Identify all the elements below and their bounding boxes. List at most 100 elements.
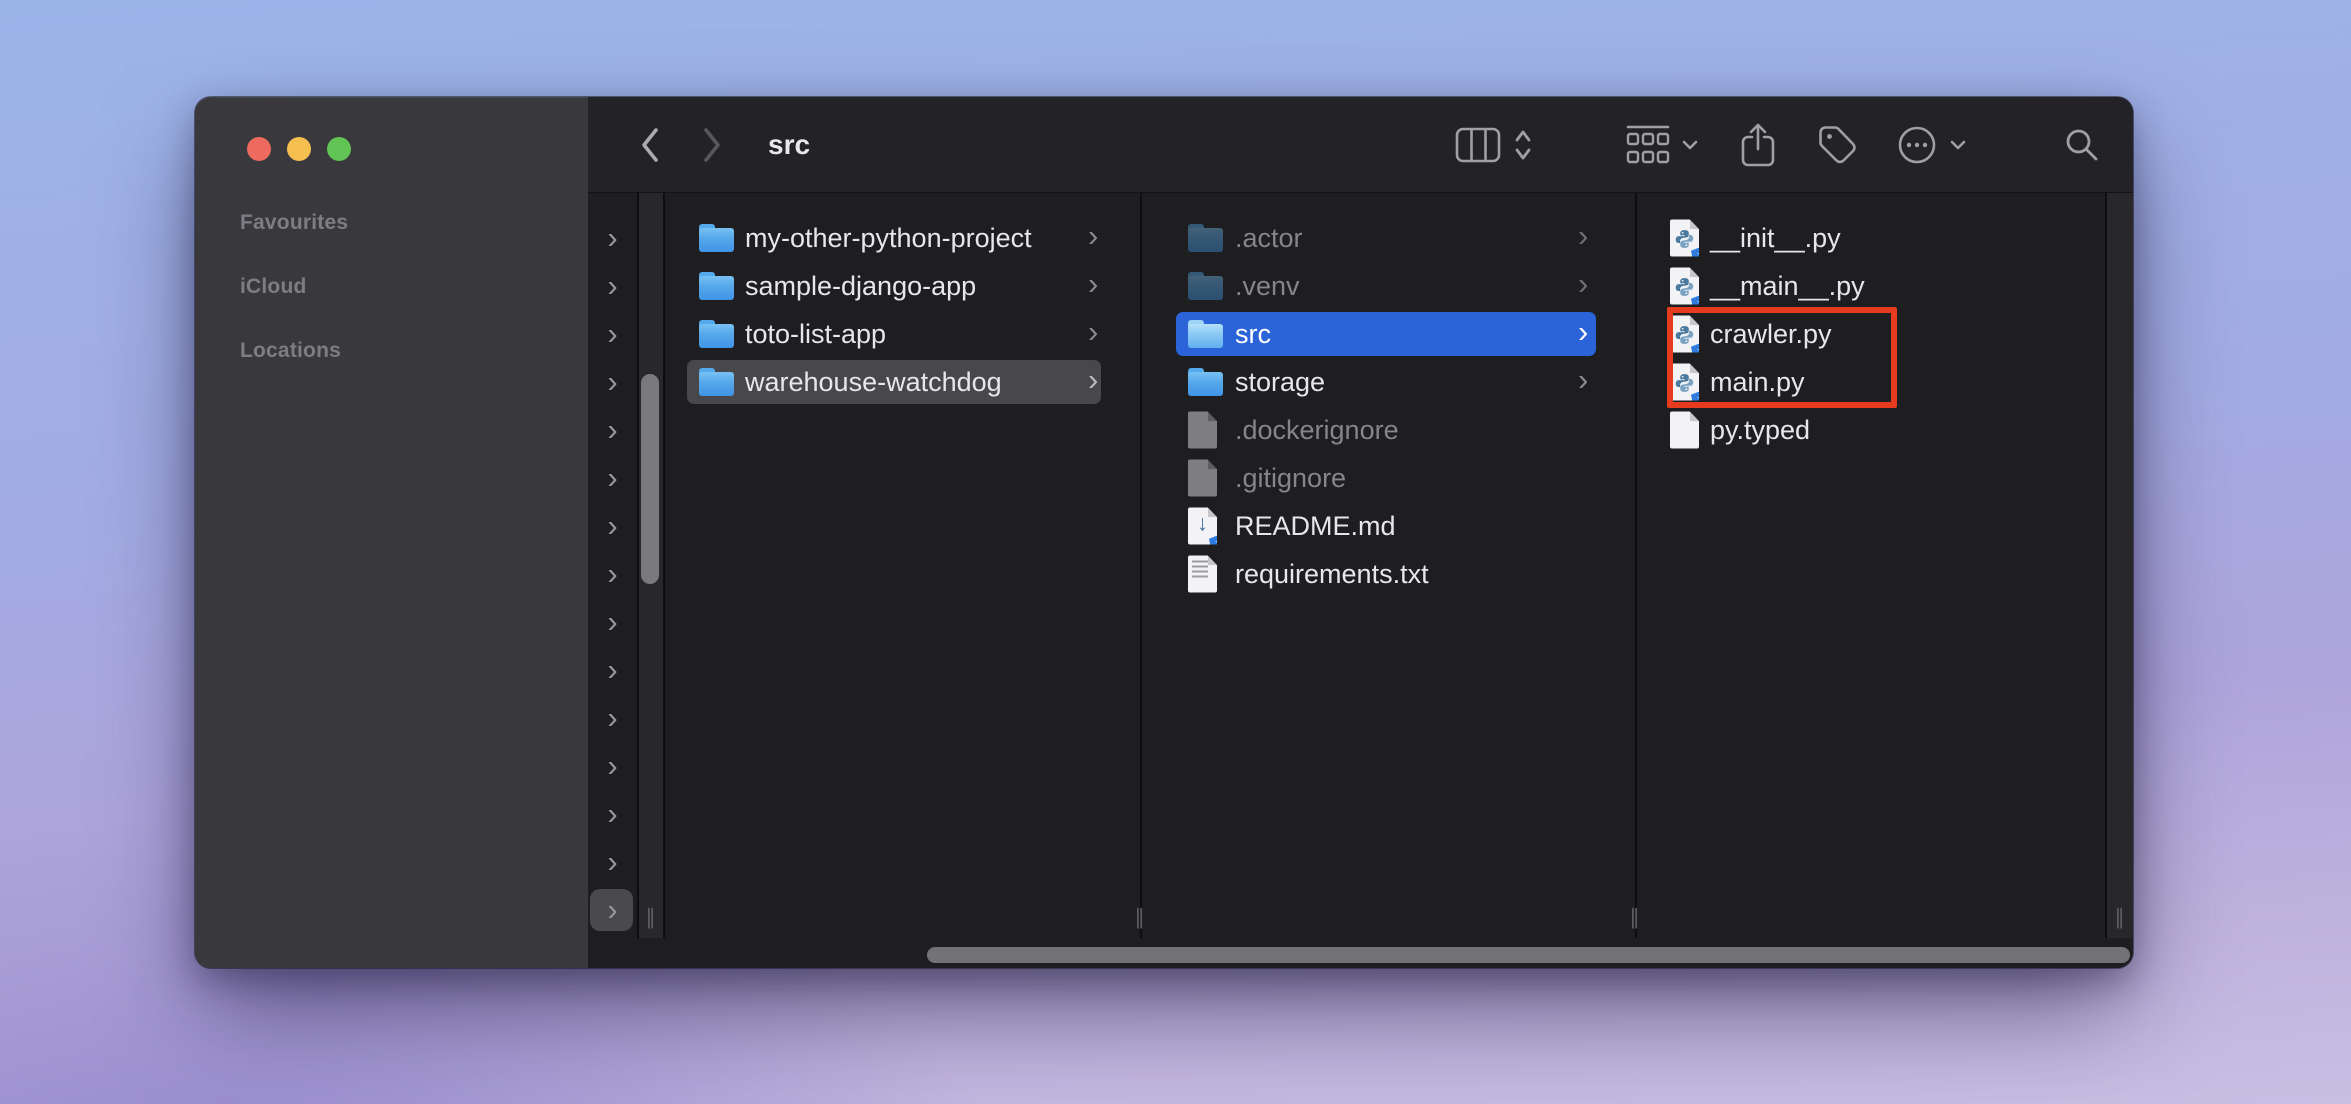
zoom-button[interactable] xyxy=(327,137,351,161)
sidebar-section-favourites: Favourites xyxy=(240,210,348,236)
down-arrow-glyph: ↓ xyxy=(1197,511,1208,537)
parent-item-chevron[interactable]: › xyxy=(588,262,637,310)
document-icon xyxy=(1670,412,1699,449)
column-resize-handle[interactable]: ∥ xyxy=(2108,905,2132,930)
forward-button[interactable] xyxy=(692,97,732,192)
text-file-icon xyxy=(1188,556,1217,593)
more-actions-button[interactable] xyxy=(1894,97,1940,192)
sidebar-section-icloud: iCloud xyxy=(240,274,307,300)
group-by-button[interactable] xyxy=(1620,97,1676,192)
view-mode-stepper[interactable] xyxy=(1510,97,1536,192)
parent-item-chevron[interactable]: › xyxy=(588,406,637,454)
parent-item-chevron[interactable]: › xyxy=(588,598,637,646)
folder-icon xyxy=(1188,368,1223,396)
file-row[interactable]: __main__.py xyxy=(1637,262,2105,310)
folder-icon xyxy=(699,320,734,348)
chevron-down-icon xyxy=(1949,139,1967,151)
parent-item-chevron[interactable]: › xyxy=(588,214,637,262)
document-icon xyxy=(1188,412,1217,449)
file-name: __main__.py xyxy=(1710,262,1865,310)
search-button[interactable] xyxy=(2062,97,2102,192)
finder-main: src xyxy=(588,97,2133,968)
up-down-chevrons-icon xyxy=(1513,127,1533,163)
minimize-button[interactable] xyxy=(287,137,311,161)
parent-item-chevron[interactable]: › xyxy=(588,742,637,790)
parent-item-chevron[interactable]: › xyxy=(588,502,637,550)
file-row[interactable]: py.typed xyxy=(1637,406,2105,454)
parent-item-chevron[interactable]: › xyxy=(588,310,637,358)
parent-item-chevron[interactable]: › xyxy=(588,550,637,598)
chevron-left-icon xyxy=(639,126,661,164)
file-row[interactable]: toto-list-app › xyxy=(665,310,1140,358)
group-icon xyxy=(1625,124,1671,166)
file-row[interactable]: storage › xyxy=(1142,358,1635,406)
finder-window: Favourites iCloud Locations src xyxy=(195,97,2133,968)
file-row-hidden[interactable]: .actor › xyxy=(1142,214,1635,262)
column-resize-handle[interactable]: ∥ xyxy=(1128,905,1152,930)
parent-item-chevron[interactable]: › xyxy=(588,790,637,838)
parent-item-chevron[interactable]: › xyxy=(588,838,637,886)
column-resize-handle[interactable]: ∥ xyxy=(1623,905,1647,930)
file-name: storage xyxy=(1235,358,1325,406)
file-name: .dockerignore xyxy=(1235,406,1399,454)
file-name: warehouse-watchdog xyxy=(745,358,1002,406)
file-row[interactable]: __init__.py xyxy=(1637,214,2105,262)
column-projects: my-other-python-project › sample-django-… xyxy=(665,193,1140,938)
file-row-hidden[interactable]: .dockerignore xyxy=(1142,406,1635,454)
python-logo-icon xyxy=(1674,229,1695,250)
file-name: my-other-python-project xyxy=(745,214,1032,262)
more-actions-menu[interactable] xyxy=(1946,97,1970,192)
horizontal-scrollbar[interactable] xyxy=(927,947,2130,963)
default-app-badge xyxy=(1209,536,1221,547)
markdown-file-icon: ↓ xyxy=(1188,508,1217,545)
chevron-right-icon xyxy=(701,126,723,164)
share-button[interactable] xyxy=(1738,97,1778,192)
sidebar-section-locations: Locations xyxy=(240,338,341,364)
chevron-right-icon: › xyxy=(1088,214,1098,262)
file-name: .venv xyxy=(1235,262,1300,310)
view-mode-button[interactable] xyxy=(1450,97,1506,192)
column-resize-handle[interactable]: ∥ xyxy=(639,905,663,930)
folder-icon xyxy=(699,272,734,300)
text-lines-decoration xyxy=(1192,561,1208,578)
parent-item-chevron[interactable]: › xyxy=(588,694,637,742)
column-view-icon xyxy=(1455,127,1501,163)
tags-button[interactable] xyxy=(1816,97,1860,192)
parent-item-chevron[interactable]: › xyxy=(588,358,637,406)
file-row[interactable]: sample-django-app › xyxy=(665,262,1140,310)
file-row[interactable]: ↓ README.md xyxy=(1142,502,1635,550)
parent-item-chevron-selected[interactable]: › xyxy=(588,886,637,934)
file-name: py.typed xyxy=(1710,406,1810,454)
chevron-right-icon: › xyxy=(1578,310,1588,358)
close-button[interactable] xyxy=(247,137,271,161)
file-row-selected[interactable]: src › xyxy=(1142,310,1635,358)
file-row[interactable]: requirements.txt xyxy=(1142,550,1635,598)
back-button[interactable] xyxy=(630,97,670,192)
file-name: __init__.py xyxy=(1710,214,1841,262)
file-name: requirements.txt xyxy=(1235,550,1429,598)
file-row-hidden[interactable]: .venv › xyxy=(1142,262,1635,310)
next-column-sliver xyxy=(2107,193,2133,938)
column-view: › › › › › › › › › › › › › › › xyxy=(588,193,2133,968)
toolbar: src xyxy=(588,97,2133,193)
python-logo-icon xyxy=(1674,277,1695,298)
red-annotation-box xyxy=(1667,307,1897,408)
file-name: src xyxy=(1235,310,1271,358)
group-by-menu[interactable] xyxy=(1678,97,1702,192)
file-row[interactable]: my-other-python-project › xyxy=(665,214,1140,262)
chevron-right-icon: › xyxy=(1578,214,1588,262)
ellipsis-circle-icon xyxy=(1897,125,1937,165)
chevron-right-icon: › xyxy=(1578,358,1588,406)
tag-icon xyxy=(1817,124,1859,166)
search-icon xyxy=(2064,127,2100,163)
parent-item-chevron[interactable]: › xyxy=(588,454,637,502)
chevron-right-icon: › xyxy=(1088,358,1098,406)
vertical-scrollbar[interactable] xyxy=(641,374,659,584)
parent-item-chevron[interactable]: › xyxy=(588,646,637,694)
window-title: src xyxy=(768,97,810,192)
file-row-hidden[interactable]: .gitignore xyxy=(1142,454,1635,502)
column-warehouse: .actor › .venv › src › storage › xyxy=(1142,193,1635,938)
file-row-selected[interactable]: warehouse-watchdog › xyxy=(665,358,1140,406)
folder-icon xyxy=(699,224,734,252)
folder-icon xyxy=(1188,224,1223,252)
